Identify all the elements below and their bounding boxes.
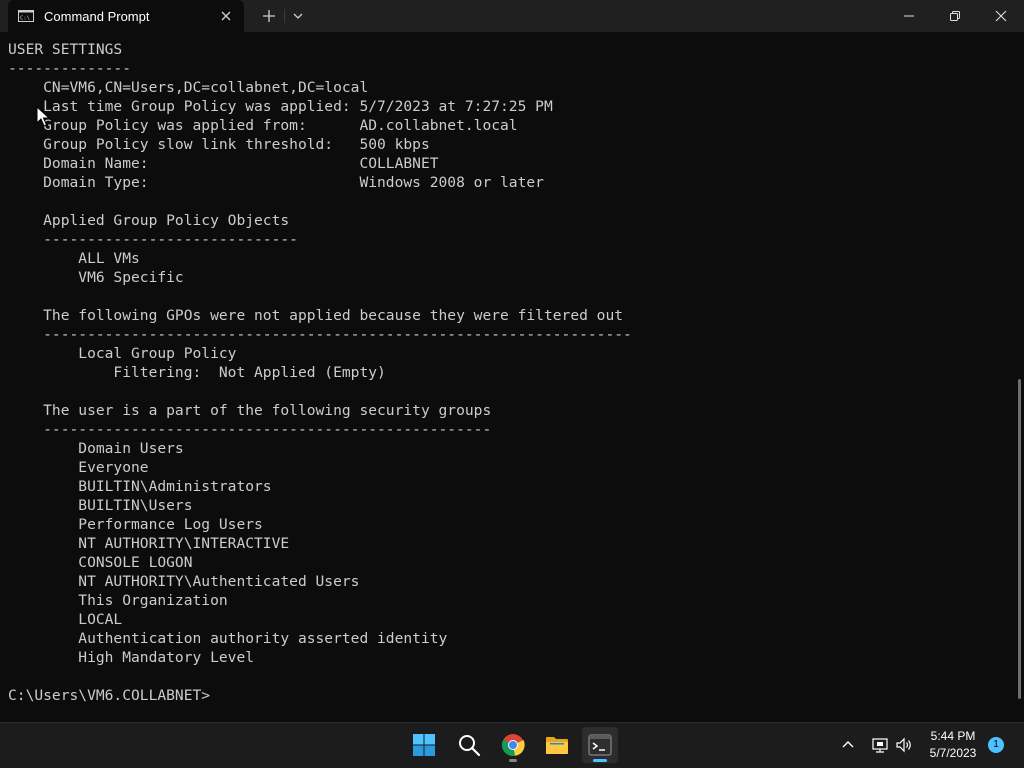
terminal-line: NT AUTHORITY\INTERACTIVE	[8, 535, 290, 552]
search-icon	[459, 735, 481, 757]
search-button[interactable]	[451, 727, 487, 763]
close-tab-icon[interactable]	[218, 8, 234, 24]
terminal-line: BUILTIN\Administrators	[8, 478, 272, 495]
terminal-output[interactable]: USER SETTINGS -------------- CN=VM6,CN=Us…	[0, 32, 1024, 722]
terminal-app[interactable]	[582, 727, 618, 763]
close-window-button[interactable]	[978, 0, 1024, 32]
scrollbar[interactable]	[1018, 379, 1021, 699]
terminal-line: VM6 Specific	[8, 269, 184, 286]
terminal-line: LOCAL	[8, 611, 123, 628]
clock-time: 5:44 PM	[930, 729, 976, 743]
chrome-app[interactable]	[495, 727, 531, 763]
terminal-line: C:\Users\VM6.COLLABNET>	[8, 687, 211, 704]
taskbar: 5:44 PM 5/7/2023 1	[0, 722, 1024, 768]
terminal-line: Group Policy slow link threshold: 500 kb…	[8, 136, 430, 153]
terminal-lines: USER SETTINGS -------------- CN=VM6,CN=Us…	[8, 40, 632, 705]
chevron-up-icon[interactable]	[839, 736, 857, 754]
running-indicator	[509, 759, 517, 762]
terminal-line: ALL VMs	[8, 250, 140, 267]
terminal-line: Authentication authority asserted identi…	[8, 630, 448, 647]
close-icon	[995, 10, 1007, 22]
terminal-line: --------------	[8, 60, 132, 77]
network-icon[interactable]	[871, 736, 889, 754]
terminal-line: Filtering: Not Applied (Empty)	[8, 364, 386, 381]
terminal-line: This Organization	[8, 592, 228, 609]
chrome-icon	[502, 734, 525, 756]
terminal-line: BUILTIN\Users	[8, 497, 193, 514]
terminal-line: NT AUTHORITY\Authenticated Users	[8, 573, 360, 590]
terminal-line: ----------------------------------------…	[8, 421, 492, 438]
terminal-line: Group Policy was applied from: AD.collab…	[8, 117, 518, 134]
chevron-down-icon[interactable]	[290, 8, 306, 24]
terminal-line: Performance Log Users	[8, 516, 263, 533]
mouse-pointer-icon	[36, 106, 50, 127]
terminal-line: Domain Name: COLLABNET	[8, 155, 439, 172]
terminal-line: CN=VM6,CN=Users,DC=collabnet,DC=local	[8, 79, 369, 96]
running-indicator	[593, 759, 607, 762]
title-bar: C:\ Command Prompt	[0, 0, 1024, 32]
terminal-line: Local Group Policy	[8, 345, 237, 362]
svg-text:C:\: C:\	[20, 16, 30, 22]
terminal-line: Everyone	[8, 459, 149, 476]
terminal-line: Domain Type: Windows 2008 or later	[8, 174, 544, 191]
terminal-line: The user is a part of the following secu…	[8, 402, 492, 419]
terminal-line: High Mandatory Level	[8, 649, 255, 666]
file-explorer-app[interactable]	[539, 727, 575, 763]
start-button[interactable]	[406, 727, 442, 763]
restore-button[interactable]	[932, 0, 978, 32]
divider	[284, 9, 285, 23]
tab-command-prompt[interactable]: C:\ Command Prompt	[8, 0, 244, 32]
clock-date: 5/7/2023	[929, 746, 977, 760]
windows-logo-icon	[413, 734, 435, 756]
new-tab-icon[interactable]	[261, 8, 277, 24]
notification-badge[interactable]: 1	[988, 737, 1004, 753]
terminal-line: ----------------------------------------…	[8, 326, 632, 343]
restore-icon	[950, 11, 960, 21]
terminal-line: USER SETTINGS	[8, 41, 123, 58]
minimize-button[interactable]	[886, 0, 932, 32]
terminal-icon	[588, 734, 612, 756]
system-clock[interactable]: 5:44 PM 5/7/2023	[918, 728, 988, 762]
terminal-line: Domain Users	[8, 440, 184, 457]
terminal-line: The following GPOs were not applied beca…	[8, 307, 624, 324]
terminal-line: Applied Group Policy Objects	[8, 212, 290, 229]
minimize-icon	[904, 15, 914, 17]
terminal-line: Last time Group Policy was applied: 5/7/…	[8, 98, 553, 115]
cmd-icon: C:\	[18, 10, 34, 22]
folder-icon	[546, 737, 568, 754]
terminal-line: -----------------------------	[8, 231, 298, 248]
terminal-line: CONSOLE LOGON	[8, 554, 193, 571]
tab-title: Command Prompt	[44, 9, 150, 24]
speaker-icon[interactable]	[895, 736, 913, 754]
